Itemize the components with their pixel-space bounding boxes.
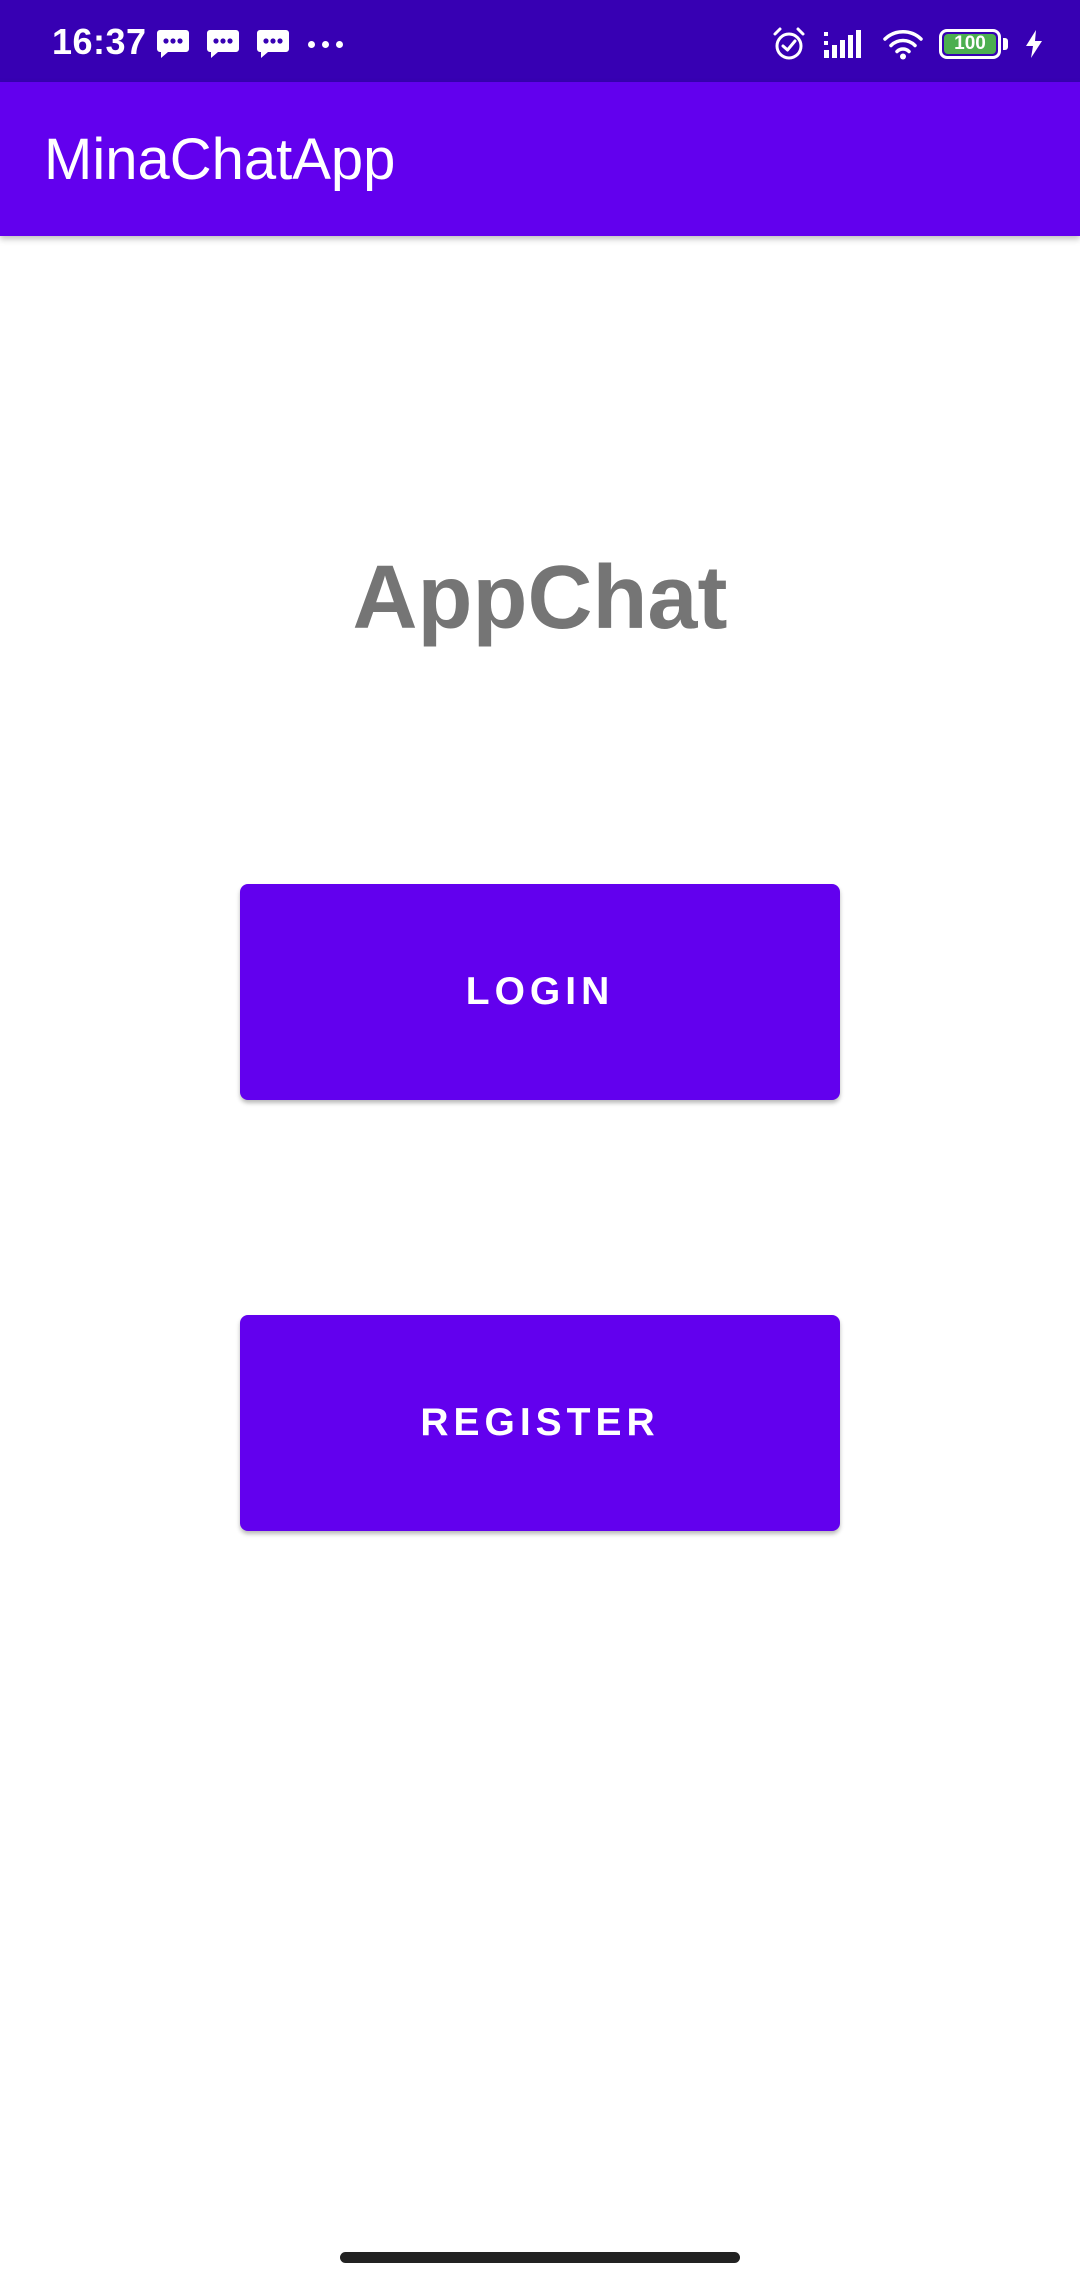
register-button-label: REGISTER bbox=[420, 1401, 660, 1444]
charging-bolt-icon bbox=[1026, 30, 1042, 58]
alarm-icon bbox=[773, 27, 805, 60]
wifi-icon bbox=[883, 30, 923, 60]
login-button-label: LOGIN bbox=[465, 970, 615, 1013]
system-icons: 100 bbox=[755, 24, 1044, 64]
message-icon bbox=[157, 30, 189, 58]
screen: 16:37 100 MinaChatApp AppChat LOGIN REGI… bbox=[0, 0, 1080, 2280]
login-button[interactable]: LOGIN bbox=[240, 884, 840, 1100]
more-dots-icon bbox=[308, 40, 350, 48]
battery-icon: 100 bbox=[939, 29, 1001, 59]
page-heading: AppChat bbox=[352, 548, 728, 648]
register-button[interactable]: REGISTER bbox=[240, 1315, 840, 1531]
battery-cap bbox=[1003, 38, 1008, 50]
status-bar: 16:37 100 bbox=[0, 0, 1080, 82]
cellular-signal-icon bbox=[824, 30, 861, 58]
message-icon bbox=[257, 30, 289, 58]
battery-level: 100 bbox=[954, 33, 986, 54]
status-time: 16:37 bbox=[52, 21, 147, 62]
message-icon bbox=[207, 30, 239, 58]
notification-icons bbox=[156, 28, 350, 60]
app-bar: MinaChatApp bbox=[0, 82, 1080, 236]
gesture-navigation-bar[interactable] bbox=[340, 2252, 740, 2263]
app-title: MinaChatApp bbox=[44, 127, 396, 192]
